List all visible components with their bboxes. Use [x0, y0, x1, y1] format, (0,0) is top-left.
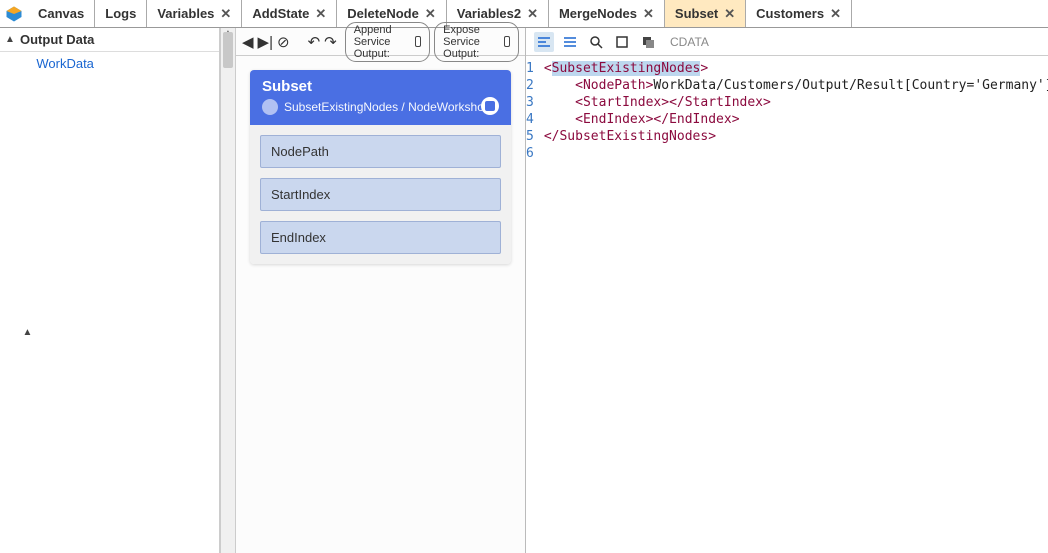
xml-panel: CDATA 123456 <SubsetExistingNodes> <Node…: [526, 28, 1048, 553]
slot-endindex[interactable]: EndIndex: [260, 221, 501, 254]
tabs-bar: Canvas Logs Variables ✕ AddState ✕ DeleteN…: [0, 0, 1048, 28]
xml-editor[interactable]: 123456 <SubsetExistingNodes> <NodePath>W…: [526, 56, 1048, 553]
tab-customers[interactable]: Customers ✕: [746, 0, 852, 27]
tab-label: AddState: [252, 6, 309, 21]
prev-icon[interactable]: ◀: [242, 31, 254, 53]
left-scrollbar[interactable]: ▲: [220, 28, 236, 553]
card-action-icon[interactable]: [481, 97, 499, 115]
center-toolbar: ◀ ▶| ⊘ ↶ ↷ Append Service Output: Expose…: [236, 28, 525, 56]
slot-startindex[interactable]: StartIndex: [260, 178, 501, 211]
skip-icon[interactable]: ▶|: [258, 31, 273, 53]
tab-addstate[interactable]: AddState ✕: [242, 0, 337, 27]
search-icon[interactable]: [586, 32, 606, 52]
align-justify-icon[interactable]: [560, 32, 580, 52]
subset-card: Subset SubsetExistingNodes / NodeWorksho…: [250, 70, 511, 264]
scrollbar-thumb[interactable]: [223, 32, 233, 68]
output-tree[interactable]: ▲ WorkData ┊··· ▼ _Parameters ┊··· ▼ Add…: [0, 52, 219, 553]
tab-canvas[interactable]: Canvas: [28, 0, 95, 27]
copy-icon[interactable]: [638, 32, 658, 52]
stop-icon[interactable]: ⊘: [277, 31, 290, 53]
toggle-label: Append Service Output:: [354, 24, 409, 60]
chevron-up-icon: ▲: [22, 327, 32, 338]
card-title: Subset: [262, 78, 499, 95]
center-panel: ◀ ▶| ⊘ ↶ ↷ Append Service Output: Expose…: [236, 28, 526, 553]
checkbox-icon: [415, 36, 421, 47]
tab-label: MergeNodes: [559, 6, 637, 21]
close-icon[interactable]: ✕: [830, 7, 841, 20]
tab-label: Variables2: [457, 6, 521, 21]
align-left-icon[interactable]: [534, 32, 554, 52]
tab-label: Customers: [756, 6, 824, 21]
tab-mergenodes[interactable]: MergeNodes ✕: [549, 0, 665, 27]
tab-label: DeleteNode: [347, 6, 419, 21]
redo-icon[interactable]: ↷: [324, 31, 337, 53]
mode-label: CDATA: [670, 35, 709, 49]
panel-title: ▲ Output Data: [0, 28, 219, 52]
tab-label: Variables: [157, 6, 214, 21]
xml-toolbar: CDATA: [526, 28, 1048, 56]
close-icon[interactable]: ✕: [220, 7, 231, 20]
undo-icon[interactable]: ↶: [308, 31, 321, 53]
node-type-icon: [262, 99, 278, 115]
tab-logs[interactable]: Logs: [95, 0, 147, 27]
square-icon[interactable]: [612, 32, 632, 52]
code-lines[interactable]: <SubsetExistingNodes> <NodePath>WorkData…: [544, 60, 1048, 553]
tree-label: WorkData: [36, 56, 217, 553]
tab-subset[interactable]: Subset ✕: [665, 0, 746, 27]
close-icon[interactable]: ✕: [527, 7, 538, 20]
close-icon[interactable]: ✕: [425, 7, 436, 20]
card-body: NodePath StartIndex EndIndex: [250, 125, 511, 264]
close-icon[interactable]: ✕: [724, 7, 735, 20]
output-data-panel: ▲ Output Data ▲ WorkData ┊··· ▼ _Paramet…: [0, 28, 220, 553]
tree-node-workdata[interactable]: ▲ WorkData: [0, 54, 219, 553]
slot-nodepath[interactable]: NodePath: [260, 135, 501, 168]
toggle-label: Expose Service Output:: [443, 24, 498, 60]
chevron-up-icon[interactable]: ▲: [4, 34, 16, 45]
card-header[interactable]: Subset SubsetExistingNodes / NodeWorksho…: [250, 70, 511, 125]
tab-label: Canvas: [38, 6, 84, 21]
app-logo-icon: [0, 0, 28, 27]
card-subtitle: SubsetExistingNodes / NodeWorkshop: [284, 100, 491, 114]
line-gutter: 123456: [526, 60, 544, 553]
close-icon[interactable]: ✕: [315, 7, 326, 20]
tab-label: Logs: [105, 6, 136, 21]
tab-label: Subset: [675, 6, 718, 21]
close-icon[interactable]: ✕: [643, 7, 654, 20]
checkbox-icon: [504, 36, 510, 47]
tab-variables[interactable]: Variables ✕: [147, 0, 242, 27]
panel-title-label: Output Data: [20, 32, 94, 47]
